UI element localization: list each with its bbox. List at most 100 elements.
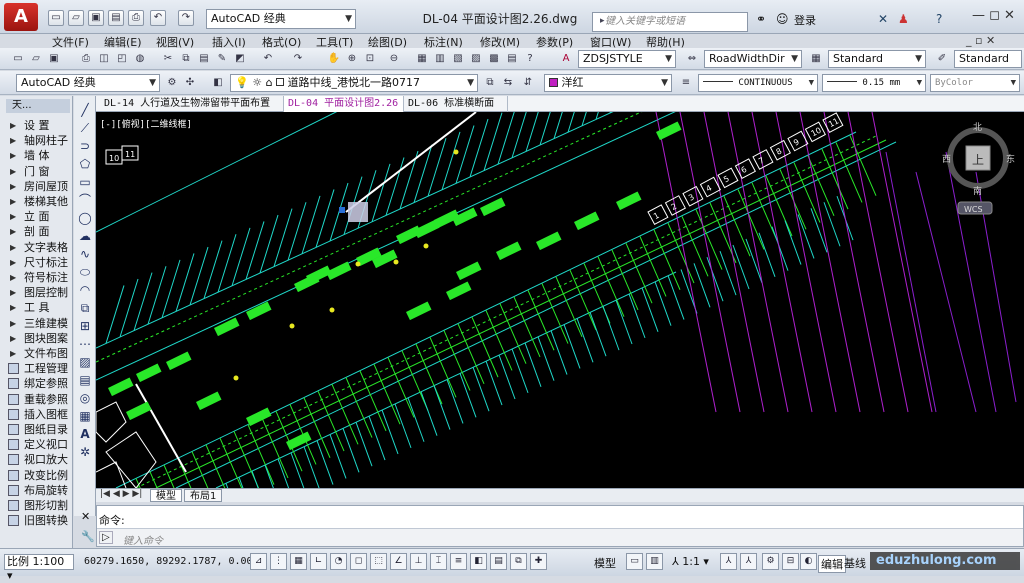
grid-icon[interactable]: ▦: [290, 553, 307, 570]
color-dropdown[interactable]: 洋红 ▼: [544, 74, 672, 92]
linetype-icon[interactable]: ≡: [678, 75, 694, 91]
circle-icon[interactable]: ◯: [77, 210, 93, 226]
grip-point[interactable]: [339, 207, 345, 213]
workspace-dropdown[interactable]: AutoCAD 经典 ▼: [206, 9, 356, 29]
make-block-icon[interactable]: ⊞: [77, 318, 93, 334]
workspace-switch-icon[interactable]: ⚙: [762, 553, 779, 570]
match-properties-icon[interactable]: ✎: [214, 51, 230, 67]
plot-icon[interactable]: ⎙: [78, 51, 94, 67]
markup-icon[interactable]: ▩: [486, 51, 502, 67]
screen-menu-item-18[interactable]: 重载参照: [6, 392, 70, 407]
text-style-dropdown[interactable]: ZDSJSTYLE ▼: [578, 50, 676, 68]
tab-dl04[interactable]: DL-04 平面设计图2.26: [284, 96, 404, 112]
new-file-icon[interactable]: ▭: [48, 10, 64, 26]
ortho-icon[interactable]: ∟: [310, 553, 327, 570]
workspace-gear-icon[interactable]: ✣: [182, 75, 198, 91]
zoom-realtime-icon[interactable]: ⊕: [344, 51, 360, 67]
selected-grip[interactable]: [348, 202, 368, 222]
layer-state-icon[interactable]: ⇵: [520, 75, 536, 91]
tool-palettes-icon[interactable]: ▧: [450, 51, 466, 67]
command-input-row[interactable]: ▷ 键入命令: [97, 528, 1023, 547]
screen-menu-item-22[interactable]: 视口放大: [6, 452, 70, 467]
gradient-icon[interactable]: ▤: [77, 372, 93, 388]
help-icon[interactable]: ?: [936, 12, 942, 26]
ellipse-arc-icon[interactable]: ◠: [77, 282, 93, 298]
screen-menu-item-0[interactable]: ▶ 设 置: [6, 118, 70, 133]
undo-icon-2[interactable]: ↶: [260, 51, 276, 67]
construction-line-icon[interactable]: ⟋: [77, 120, 93, 136]
open-icon[interactable]: ▱: [28, 51, 44, 67]
redo-icon[interactable]: ↷: [178, 10, 194, 26]
screen-menu-item-10[interactable]: ▶ 符号标注: [6, 270, 70, 285]
design-center-icon[interactable]: ▥: [432, 51, 448, 67]
mtext-icon[interactable]: A: [77, 426, 93, 442]
annotation-monitor-icon[interactable]: ✚: [530, 553, 547, 570]
undo-icon[interactable]: ↶: [150, 10, 166, 26]
plotstyle-dropdown[interactable]: ByColor ▼: [930, 74, 1020, 92]
ellipse-icon[interactable]: ⬭: [77, 264, 93, 280]
screen-menu-item-14[interactable]: ▶ 图块图案: [6, 331, 70, 346]
annotation-visibility-icon[interactable]: ⅄: [720, 553, 737, 570]
new-icon[interactable]: ▭: [10, 51, 26, 67]
lineweight-dropdown[interactable]: 0.15 mm ▼: [822, 74, 926, 92]
point-icon[interactable]: ⋯: [77, 336, 93, 352]
preview-icon[interactable]: ◫: [96, 51, 112, 67]
tab-dl14[interactable]: DL-14 人行道及生物滞留带平面布置图: [100, 96, 284, 125]
quickcalc-icon[interactable]: ▤: [504, 51, 520, 67]
ducs-icon[interactable]: ⊥: [410, 553, 427, 570]
insert-block-icon[interactable]: ⧉: [77, 300, 93, 316]
line-icon[interactable]: ╱: [77, 102, 93, 118]
osnap-icon[interactable]: ◻: [350, 553, 367, 570]
screen-menu-item-1[interactable]: ▶ 轴网柱子: [6, 133, 70, 148]
layer-dropdown[interactable]: 💡 ☼ ⌂ 道路中线_港悦北一路0717 ▼: [230, 74, 478, 92]
exchange-icon[interactable]: ✕: [878, 12, 888, 26]
paste-icon[interactable]: ▤: [196, 51, 212, 67]
polygon-icon[interactable]: ⬠: [77, 156, 93, 172]
layer-properties-icon[interactable]: ◧: [210, 75, 226, 91]
annotation-scale[interactable]: ⅄ 1:1 ▾: [672, 555, 709, 568]
screen-menu-item-7[interactable]: ▶ 剖 面: [6, 224, 70, 239]
auto-scale-icon[interactable]: ⅄: [740, 553, 757, 570]
lock-ui-icon[interactable]: ⊟: [782, 553, 799, 570]
text-style-icon[interactable]: A: [558, 51, 574, 67]
screen-menu-item-12[interactable]: ▶ 工 具: [6, 300, 70, 315]
block-editor-icon[interactable]: ◩: [232, 51, 248, 67]
print-icon[interactable]: ⎙: [128, 10, 144, 26]
quick-view-layouts-icon[interactable]: ▭: [626, 553, 643, 570]
otrack-icon[interactable]: ∠: [390, 553, 407, 570]
snap-icon[interactable]: ⋮: [270, 553, 287, 570]
autocad-logo-button[interactable]: A: [4, 3, 38, 31]
copy-icon[interactable]: ⧉: [178, 51, 194, 67]
screen-menu-item-13[interactable]: ▶ 三维建模: [6, 316, 70, 331]
add-selected-icon[interactable]: ✲: [77, 444, 93, 460]
tab-layout1[interactable]: 布局1: [184, 489, 223, 502]
save-as-icon[interactable]: ▤: [108, 10, 124, 26]
dyn-icon[interactable]: ⌶: [430, 553, 447, 570]
screen-menu-item-6[interactable]: ▶ 立 面: [6, 209, 70, 224]
baseline-toggle[interactable]: 基线: [844, 555, 866, 571]
redo-icon-2[interactable]: ↷: [290, 51, 306, 67]
table-style-icon[interactable]: ▦: [808, 51, 824, 67]
cut-icon[interactable]: ✂: [160, 51, 176, 67]
command-settings-icon[interactable]: 🔧: [81, 530, 95, 543]
pan-icon[interactable]: ✋: [326, 51, 342, 67]
screen-menu-item-20[interactable]: 图纸目录: [6, 422, 70, 437]
lineweight-toggle-icon[interactable]: ≡: [450, 553, 467, 570]
transparency-icon[interactable]: ◧: [470, 553, 487, 570]
screen-menu-item-11[interactable]: ▶ 图层控制: [6, 285, 70, 300]
dim-style-icon[interactable]: ⇔: [684, 51, 700, 67]
screen-menu-item-25[interactable]: 图形切割: [6, 498, 70, 513]
table-style-dropdown[interactable]: Standard ▼: [828, 50, 926, 68]
viewport-label[interactable]: [-][俯视][二维线框]: [100, 118, 192, 130]
tab-dl06[interactable]: DL-06 标准横断面图: [404, 96, 508, 125]
screen-menu-item-16[interactable]: 工程管理: [6, 361, 70, 376]
open-file-icon[interactable]: ▱: [68, 10, 84, 26]
spline-icon[interactable]: ∿: [77, 246, 93, 262]
command-close-icon[interactable]: ✕: [81, 510, 95, 523]
screen-menu-item-26[interactable]: 旧图转换: [6, 513, 70, 528]
3d-osnap-icon[interactable]: ⬚: [370, 553, 387, 570]
dim-style-dropdown[interactable]: RoadWidthDir ▼: [704, 50, 802, 68]
screen-menu-item-4[interactable]: ▶ 房间屋顶: [6, 179, 70, 194]
3d-dwf-icon[interactable]: ◍: [132, 51, 148, 67]
table-icon[interactable]: ▦: [77, 408, 93, 424]
